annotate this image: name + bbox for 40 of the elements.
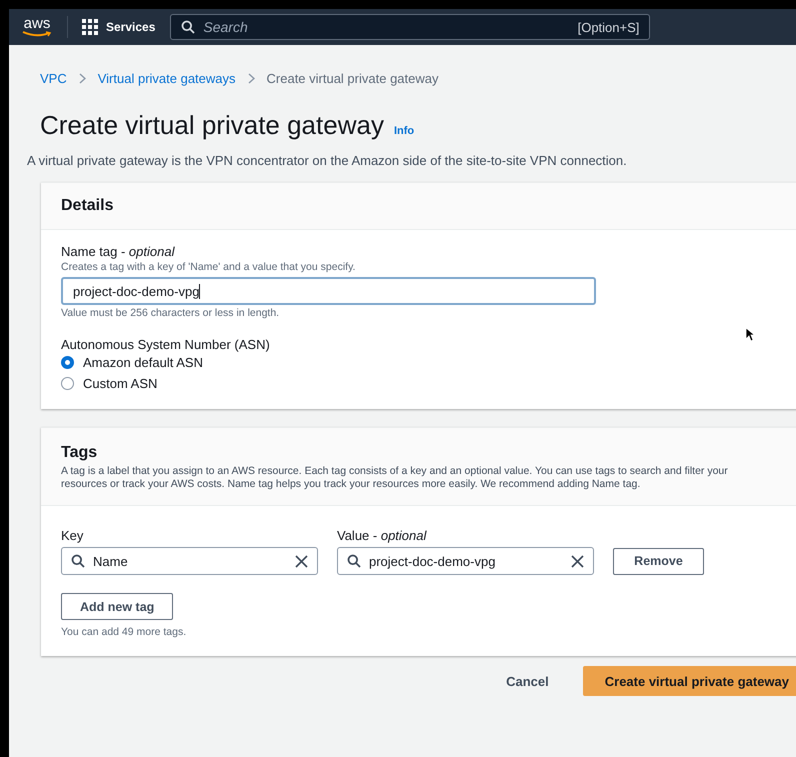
panel-description: A tag is a label that you assign to an AWS resource. Each tag consists of a key and an optional value. You can use tags to search and filter your resources or track your AWS costs. Name tag helps you track your resources more easily. We recommend adding Name tag.	[61, 465, 729, 491]
breadcrumb-link[interactable]: Virtual private gateways	[98, 71, 236, 86]
value-field[interactable]: project-doc-demo-vpg	[337, 547, 594, 575]
column-label: Key	[61, 528, 84, 543]
clear-icon[interactable]	[571, 554, 584, 568]
search-icon	[347, 554, 361, 568]
field-constraint: Value must be 256 characters or less in length.	[61, 307, 280, 319]
cancel-button[interactable]: Cancel	[506, 674, 549, 688]
panel-heading: Tags	[61, 444, 98, 462]
column-label: Value - optional	[337, 528, 428, 543]
radio-icon[interactable]	[61, 377, 74, 390]
radio-icon[interactable]	[61, 356, 74, 369]
aws-logo[interactable]: aws	[19, 17, 55, 37]
search-icon	[181, 20, 196, 34]
field-label: Name tag - optional	[61, 244, 176, 259]
field-label: Autonomous System Number (ASN)	[61, 337, 271, 352]
chevron-icon	[248, 73, 255, 84]
name-tag-field[interactable]: project-doc-demo-vpg	[61, 277, 596, 305]
radio-option[interactable]: Amazon default ASN	[61, 355, 796, 370]
breadcrumb-link[interactable]: VPC	[40, 71, 67, 86]
search-field[interactable]: Search [Option+S]	[170, 14, 650, 40]
shortcut-hint: [Option+S]	[578, 20, 640, 34]
radio-option[interactable]: Custom ASN	[61, 376, 796, 391]
key-field[interactable]: Name	[61, 547, 318, 575]
field-hint: Creates a tag with a key of 'Name' and a value that you specify.	[61, 261, 356, 273]
breadcrumb-current: Create virtual private gateway	[266, 71, 438, 86]
create-button[interactable]: Create virtual private gateway	[582, 666, 796, 696]
page-title: Create virtual private gateway	[40, 110, 384, 141]
page-description: A virtual private gateway is the VPN concentrator on the Amazon side of the site-to-site VPN connection.	[27, 153, 628, 168]
tag-limit-note: You can add 49 more tags.	[61, 626, 188, 638]
add-tag-button[interactable]: Add new tag	[61, 593, 174, 620]
grid-icon	[82, 19, 98, 35]
search-icon	[71, 554, 85, 568]
chevron-icon	[78, 73, 86, 84]
cursor-icon	[745, 327, 755, 342]
clear-icon[interactable]	[295, 554, 308, 568]
services-menu[interactable]: Services	[82, 19, 156, 35]
panel-heading: Details	[61, 197, 114, 215]
info-link[interactable]: Info	[394, 125, 414, 137]
remove-button[interactable]: Remove	[613, 548, 704, 574]
